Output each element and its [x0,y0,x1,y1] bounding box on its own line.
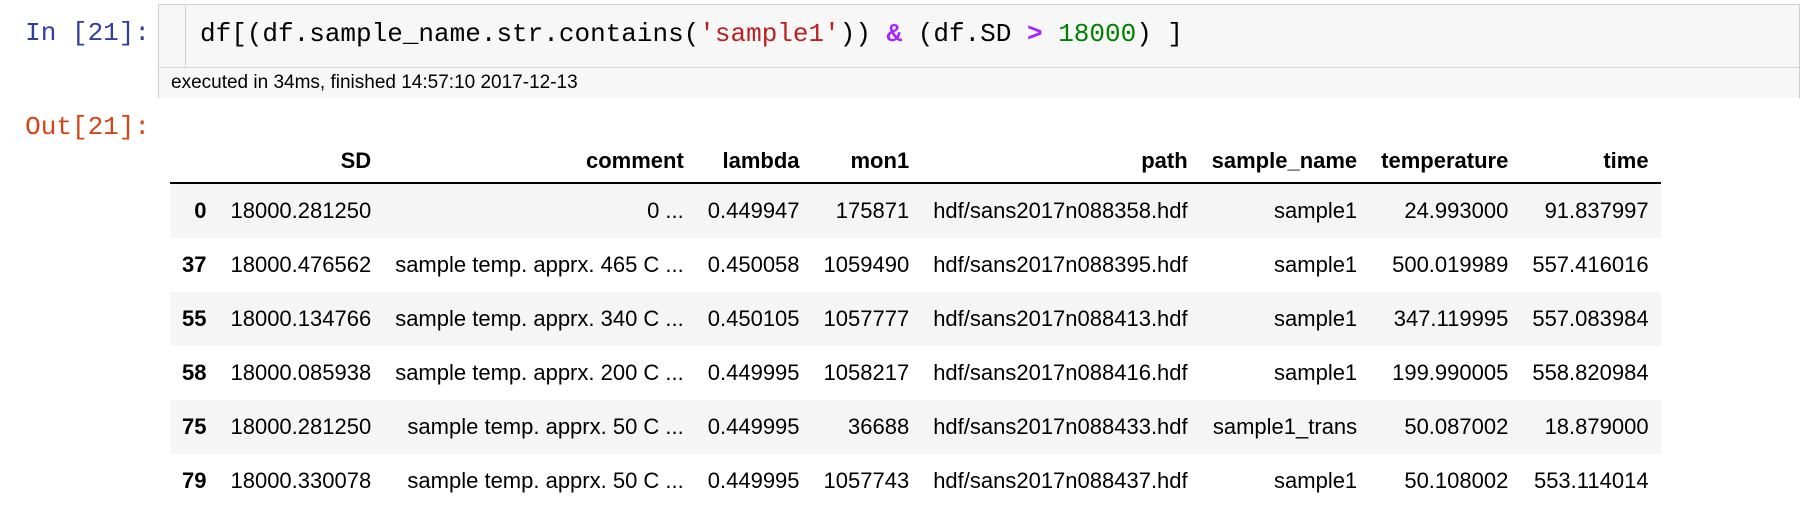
code-token: (df.SD [902,19,1027,49]
input-prompt: In [21]: [25,18,150,48]
cell-sample-name: sample1 [1274,252,1358,277]
cell-path: hdf/sans2017n088416.hdf [933,360,1188,385]
code-line: df[(df.sample_name.str.contains('sample1… [200,19,1183,49]
cell-path: hdf/sans2017n088395.hdf [933,252,1188,277]
cell-lambda: 0.450105 [707,306,800,331]
cell-sd: 18000.476562 [230,252,372,277]
code-operator-token: & [886,19,903,49]
cell-mon1: 1059490 [823,252,910,277]
cell-sd: 18000.134766 [230,306,372,331]
table-row: 58 18000.085938 sample temp. apprx. 200 … [170,346,1661,400]
table-row: 55 18000.134766 sample temp. apprx. 340 … [170,292,1661,346]
cell-sample-name: sample1 [1274,468,1358,493]
cell-temperature: 50.087002 [1404,414,1509,439]
cell-sd: 18000.330078 [230,468,372,493]
dataframe-table: SD comment lambda mon1 path sample_name … [170,140,1661,508]
code-operator-token: > [1026,19,1043,49]
column-header-sd: SD [218,140,384,184]
cell-sample-name: sample1 [1274,306,1358,331]
output-prompt: Out[21]: [25,112,150,142]
table-body: 0 18000.281250 0 ... 0.449947 175871 hdf… [170,183,1661,508]
cell-sample-name: sample1 [1274,198,1358,223]
cell-time: 558.820984 [1532,360,1649,385]
cell-comment: sample temp. apprx. 200 C ... [395,360,684,385]
column-header-time: time [1520,140,1661,184]
cell-mon1: 36688 [848,414,910,439]
code-editor[interactable]: df[(df.sample_name.str.contains('sample1… [185,5,1799,67]
table-row: 0 18000.281250 0 ... 0.449947 175871 hdf… [170,183,1661,238]
cell-sample-name: sample1 [1274,360,1358,385]
cell-temperature: 50.108002 [1404,468,1509,493]
cell-comment: sample temp. apprx. 465 C ... [395,252,684,277]
cell-sample-name: sample1_trans [1212,414,1358,439]
code-cell[interactable]: df[(df.sample_name.str.contains('sample1… [158,4,1800,98]
row-index: 37 [182,252,207,277]
column-header-sample-name: sample_name [1199,140,1370,184]
cell-temperature: 24.993000 [1404,198,1509,223]
column-header-path: path [921,140,1200,184]
row-index: 79 [182,468,207,493]
cell-comment: sample temp. apprx. 340 C ... [395,306,684,331]
cell-path: hdf/sans2017n088437.hdf [933,468,1188,493]
execution-info-bar: executed in 34ms, finished 14:57:10 2017… [159,67,1799,98]
table-header: SD comment lambda mon1 path sample_name … [170,140,1661,184]
table-row: 37 18000.476562 sample temp. apprx. 465 … [170,238,1661,292]
row-index: 58 [182,360,207,385]
column-header-lambda: lambda [695,140,812,184]
cell-mon1: 175871 [835,198,910,223]
column-header-comment: comment [383,140,696,184]
cell-temperature: 500.019989 [1392,252,1509,277]
cell-temperature: 347.119995 [1393,306,1509,331]
column-header-temperature: temperature [1369,140,1521,184]
code-token: df[(df.sample_name.str.contains( [200,19,700,49]
cell-lambda: 0.449995 [707,468,800,493]
column-header-index [170,140,219,184]
cell-sd: 18000.085938 [230,360,372,385]
cell-mon1: 1058217 [823,360,910,385]
cell-path: hdf/sans2017n088433.hdf [933,414,1188,439]
header-row: SD comment lambda mon1 path sample_name … [170,140,1661,184]
cell-lambda: 0.449995 [707,414,800,439]
cell-comment: sample temp. apprx. 50 C ... [407,468,684,493]
cell-path: hdf/sans2017n088358.hdf [933,198,1188,223]
cell-comment: sample temp. apprx. 50 C ... [407,414,684,439]
row-index: 75 [182,414,207,439]
cell-time: 18.879000 [1544,414,1649,439]
cell-time: 557.083984 [1532,306,1649,331]
cell-mon1: 1057743 [823,468,910,493]
execution-time-text: executed in 34ms, finished 14:57:10 2017… [171,72,578,93]
code-token: )) [839,19,887,49]
cell-comment: 0 ... [647,198,684,223]
table-row: 79 18000.330078 sample temp. apprx. 50 C… [170,454,1661,508]
cell-temperature: 199.990005 [1392,360,1509,385]
cell-path: hdf/sans2017n088413.hdf [933,306,1188,331]
cell-lambda: 0.450058 [707,252,800,277]
cell-lambda: 0.449995 [707,360,800,385]
cell-lambda: 0.449947 [707,198,800,223]
code-token: ) ] [1136,19,1184,49]
cell-sd: 18000.281250 [230,198,372,223]
cell-sd: 18000.281250 [230,414,372,439]
code-string-token: 'sample1' [699,19,840,49]
code-number-token: 18000 [1058,19,1137,49]
row-index: 0 [194,198,207,223]
cell-time: 553.114014 [1533,468,1649,493]
cell-time: 557.416016 [1532,252,1649,277]
column-header-mon1: mon1 [811,140,922,184]
cell-mon1: 1057777 [823,306,910,331]
cell-time: 91.837997 [1544,198,1649,223]
table-row: 75 18000.281250 sample temp. apprx. 50 C… [170,400,1661,454]
row-index: 55 [182,306,207,331]
